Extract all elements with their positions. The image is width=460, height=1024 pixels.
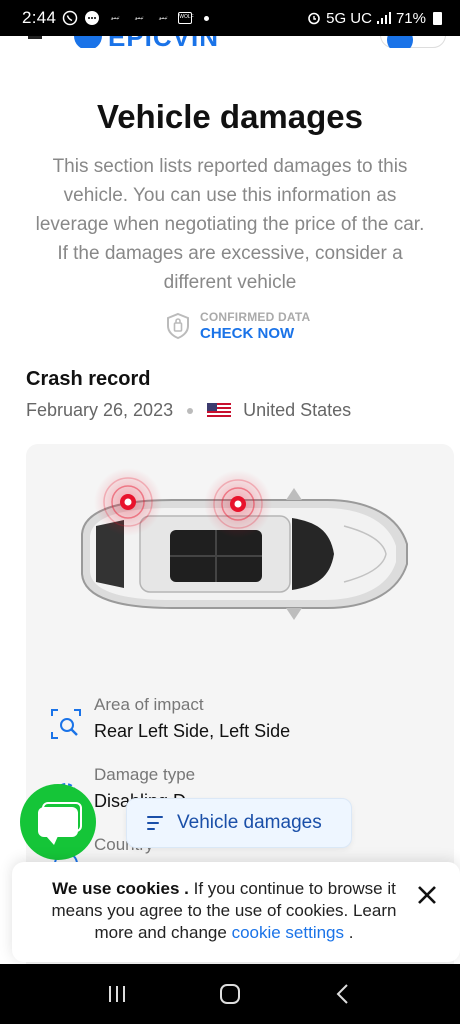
- back-icon: [336, 984, 349, 1004]
- whatsapp-icon: [63, 10, 78, 26]
- cookie-settings-link[interactable]: cookie settings: [232, 923, 344, 942]
- status-right: 5G UC 71%: [307, 10, 442, 27]
- crash-record-title: Crash record: [26, 368, 151, 390]
- account-icon: [387, 36, 413, 48]
- temu-notification-icon: تيمو: [135, 14, 144, 21]
- status-left: 2:44 تيمو تيمو تيمو WOLF: [22, 8, 210, 28]
- cookie-heading: We use cookies .: [52, 879, 189, 898]
- chat-button[interactable]: [20, 784, 96, 860]
- meta-separator: [187, 407, 194, 414]
- temu-notification-icon: تيمو: [111, 14, 120, 21]
- battery-percent: 71%: [395, 9, 426, 27]
- menu-icon[interactable]: [28, 36, 42, 39]
- logo-shield-icon: [74, 36, 102, 48]
- scan-search-icon: [51, 709, 81, 739]
- crash-date: February 26, 2023: [26, 400, 174, 420]
- logo-wordmark: EPICVIN: [108, 36, 219, 48]
- temu-notification-icon: تيمو: [159, 14, 168, 21]
- cookie-message: We use cookies . If you continue to brow…: [34, 878, 414, 944]
- more-notifications-dot-icon: [204, 15, 210, 21]
- home-icon: [219, 984, 240, 1004]
- page-description: This section lists reported damages to t…: [35, 156, 425, 293]
- crash-country: United States: [243, 400, 352, 420]
- signal-icon: [376, 12, 391, 24]
- system-nav-bar: [0, 964, 460, 1024]
- close-icon[interactable]: [416, 884, 438, 906]
- battery-icon: [433, 11, 442, 25]
- list-icon: [147, 816, 163, 830]
- section-navigator-button[interactable]: Vehicle damages: [126, 798, 352, 848]
- area-of-impact-label: Area of impact: [94, 695, 204, 714]
- recent-apps-button[interactable]: [97, 974, 137, 1014]
- home-button[interactable]: [210, 974, 250, 1014]
- back-button[interactable]: [323, 974, 363, 1014]
- us-flag-icon: [207, 403, 232, 418]
- area-of-impact-value: Rear Left Side, Left Side: [94, 721, 291, 741]
- shield-check-icon: [167, 312, 189, 340]
- header-account-button[interactable]: [380, 36, 446, 48]
- wolf-notification-icon: WOLF: [178, 12, 194, 24]
- site-header: EPICVIN: [0, 36, 460, 48]
- section-navigator-label: Vehicle damages: [177, 812, 322, 833]
- recent-apps-icon: [108, 986, 125, 1002]
- alarm-icon: [308, 12, 320, 25]
- page-title: Vehicle damages: [97, 98, 363, 135]
- chat-icon: [38, 807, 78, 845]
- confirmed-data-link[interactable]: CONFIRMED DATA CHECK NOW: [166, 310, 310, 342]
- status-bar: 2:44 تيمو تيمو تيمو WOLF 5G UC 71%: [0, 0, 460, 36]
- car-top-view-illustration: [81, 468, 408, 620]
- site-logo[interactable]: EPICVIN: [74, 36, 219, 48]
- chat-notification-icon: [85, 11, 100, 25]
- cookie-banner: We use cookies . If you continue to brow…: [12, 862, 460, 962]
- status-time: 2:44: [22, 8, 57, 27]
- crash-meta: February 26, 2023 United States: [26, 400, 351, 421]
- check-now-link[interactable]: CHECK NOW: [200, 325, 310, 342]
- confirmed-data-label: CONFIRMED DATA: [200, 310, 311, 324]
- damage-type-label: Damage type: [94, 765, 196, 784]
- network-label: 5G UC: [326, 9, 372, 27]
- cookie-text-2: .: [344, 923, 354, 942]
- area-of-impact-row: Area of impact Rear Left Side, Left Side: [50, 694, 290, 746]
